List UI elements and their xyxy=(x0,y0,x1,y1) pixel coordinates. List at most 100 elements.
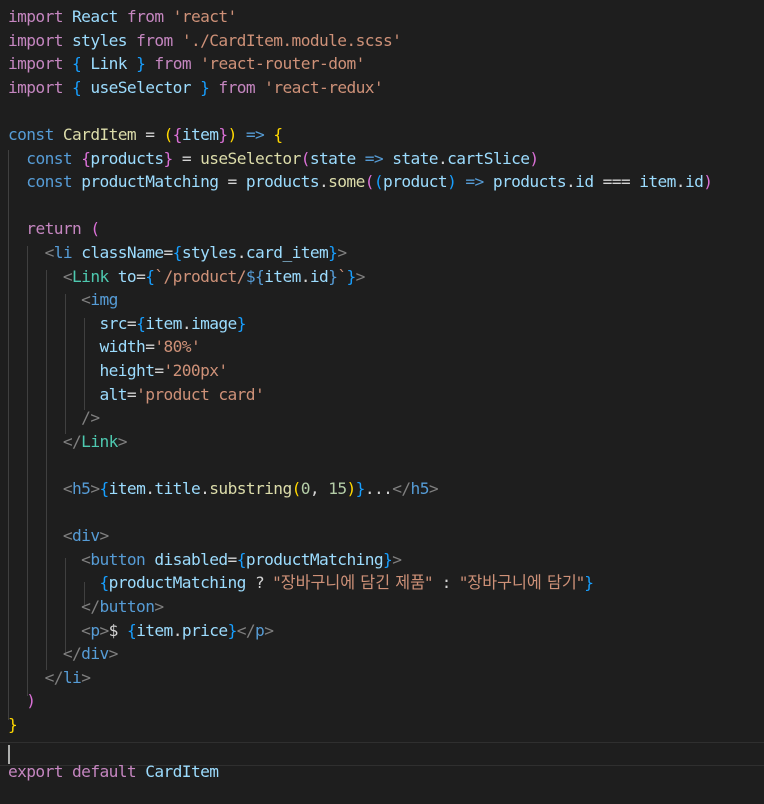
code-line[interactable]: import styles from './CardItem.module.sc… xyxy=(8,29,402,53)
code-line[interactable]: ) xyxy=(8,689,36,713)
code-token: disabled xyxy=(154,550,228,569)
code-token: = xyxy=(172,149,201,168)
code-token: > xyxy=(117,432,128,451)
code-token: > xyxy=(154,597,164,616)
code-line[interactable]: height='200px' xyxy=(8,359,228,383)
code-line[interactable]: </Link> xyxy=(8,430,128,454)
code-token: from xyxy=(218,78,256,97)
code-line[interactable]: const CardItem = ({item}) => { xyxy=(8,123,283,147)
code-token: item xyxy=(264,267,301,286)
code-token: > xyxy=(392,550,402,569)
code-line[interactable]: width='80%' xyxy=(8,335,200,359)
code-token: > xyxy=(355,267,366,286)
code-token: "장바구니에 담기" xyxy=(459,573,585,592)
code-line[interactable]: import { Link } from 'react-router-dom' xyxy=(8,52,365,76)
code-line[interactable]: const productMatching = products.some((p… xyxy=(8,170,713,194)
code-token: . xyxy=(437,149,448,168)
code-line[interactable]: alt='product card' xyxy=(8,383,264,407)
code-token: . xyxy=(200,479,210,498)
code-token: = xyxy=(227,550,238,569)
code-token: import xyxy=(8,7,63,26)
code-token: { xyxy=(126,621,137,640)
code-line[interactable]: /> xyxy=(8,406,100,430)
code-line[interactable]: <p>$ {item.price}</p> xyxy=(8,619,274,643)
code-line[interactable]: import { useSelector } from 'react-redux… xyxy=(8,76,384,100)
code-token: ) xyxy=(346,479,357,498)
code-token: ( xyxy=(373,172,384,191)
code-token: } xyxy=(383,550,393,569)
code-line[interactable]: </li> xyxy=(8,666,91,690)
code-token: 'react-redux' xyxy=(264,78,384,97)
code-token: { xyxy=(273,125,283,144)
code-line[interactable]: <Link to={`/product/${item.id}`}> xyxy=(8,265,366,289)
code-token: item xyxy=(639,172,676,191)
code-line[interactable]: <li className={styles.card_item}> xyxy=(8,241,348,265)
code-line[interactable]: <img xyxy=(8,288,118,312)
code-token: . xyxy=(300,267,311,286)
code-line[interactable]: <button disabled={productMatching}> xyxy=(8,548,402,572)
code-token: productMatching xyxy=(245,550,384,569)
code-token: "장바구니에 담긴 제품" xyxy=(273,573,433,592)
code-token: div xyxy=(81,644,109,663)
code-line[interactable]: } xyxy=(8,713,18,737)
code-token: substring xyxy=(209,479,292,498)
code-token: < xyxy=(81,550,91,569)
code-token: width xyxy=(99,337,146,356)
code-token: from xyxy=(154,54,191,73)
code-line[interactable]: {productMatching ? "장바구니에 담긴 제품" : "장바구니… xyxy=(8,571,594,595)
code-token: > xyxy=(264,621,274,640)
code-token: < xyxy=(62,479,73,498)
code-line[interactable]: return ( xyxy=(8,217,100,241)
code-token: item xyxy=(136,621,173,640)
code-token: Link xyxy=(81,432,118,451)
code-token: </ xyxy=(81,597,100,616)
code-token: $ xyxy=(108,621,127,640)
code-token: : xyxy=(432,573,460,592)
code-line[interactable]: </div> xyxy=(8,642,119,666)
code-token: h5 xyxy=(72,479,91,498)
code-token: { xyxy=(172,243,183,262)
code-token: </ xyxy=(44,668,64,687)
code-line[interactable]: </button> xyxy=(8,595,164,619)
code-token: = xyxy=(126,314,137,333)
code-token: id xyxy=(575,172,594,191)
code-token: </ xyxy=(236,621,256,640)
code-token: , xyxy=(309,479,329,498)
code-token: </ xyxy=(62,644,82,663)
code-token: button xyxy=(90,550,146,569)
code-line[interactable]: <div> xyxy=(8,524,109,548)
code-editor[interactable]: import React from 'react' import styles f… xyxy=(0,0,764,804)
code-token: => xyxy=(245,125,265,144)
code-line[interactable]: <h5>{item.title.substring(0, 15)}...</h5… xyxy=(8,477,439,501)
code-token: = xyxy=(154,361,164,380)
code-line[interactable]: export default CardItem xyxy=(8,760,219,784)
code-line[interactable]: src={item.image} xyxy=(8,312,246,336)
code-token: = xyxy=(136,267,146,286)
code-token: { xyxy=(172,125,183,144)
code-line[interactable]: const {products} = useSelector(state => … xyxy=(8,147,539,171)
code-token: 15 xyxy=(328,479,347,498)
code-line[interactable]: import React from 'react' xyxy=(8,5,237,29)
code-token: state xyxy=(392,149,438,168)
code-token: 0 xyxy=(300,479,311,498)
code-token: 'product card' xyxy=(136,385,265,404)
code-token: some xyxy=(328,172,365,191)
code-token: default xyxy=(72,762,137,781)
code-token: product xyxy=(383,172,448,191)
code-token: < xyxy=(44,243,55,262)
